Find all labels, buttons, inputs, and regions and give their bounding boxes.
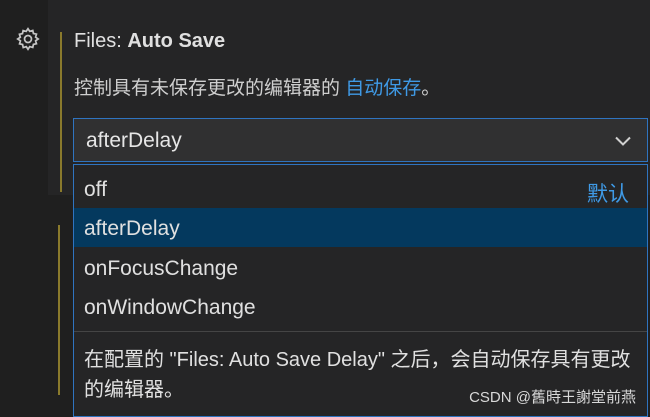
chevron-down-icon <box>615 136 631 146</box>
option-label: onFocusChange <box>84 257 239 280</box>
description-suffix: 。 <box>421 78 441 99</box>
setting-name: Auto Save <box>127 30 226 52</box>
option-off[interactable]: off 默认 <box>74 169 647 208</box>
gear-icon[interactable] <box>15 26 41 52</box>
option-label: off <box>84 178 107 201</box>
option-onwindowchange[interactable]: onWindowChange <box>74 287 647 326</box>
option-afterdelay[interactable]: afterDelay <box>74 208 647 247</box>
option-label: onWindowChange <box>84 296 256 319</box>
watermark: CSDN @舊時王謝堂前燕 <box>469 389 636 406</box>
default-badge: 默认 <box>587 183 629 206</box>
dropdown-divider <box>74 331 647 332</box>
description-text: 控制具有未保存更改的编辑器的 <box>74 78 346 99</box>
option-label: afterDelay <box>84 217 180 240</box>
modified-indicator-bar-lower <box>58 225 60 395</box>
auto-save-link[interactable]: 自动保存 <box>345 78 421 99</box>
setting-category: Files: <box>74 30 128 52</box>
auto-save-dropdown-list: off 默认 afterDelay onFocusChange onWindow… <box>73 164 648 417</box>
setting-description: 控制具有未保存更改的编辑器的 自动保存。 <box>74 73 440 100</box>
setting-title: Files: Auto Save <box>74 30 225 53</box>
select-current-value: afterDelay <box>86 129 182 152</box>
modified-indicator-bar <box>60 32 62 192</box>
auto-save-select[interactable]: afterDelay <box>73 118 648 162</box>
option-onfocuschange[interactable]: onFocusChange <box>74 248 647 287</box>
